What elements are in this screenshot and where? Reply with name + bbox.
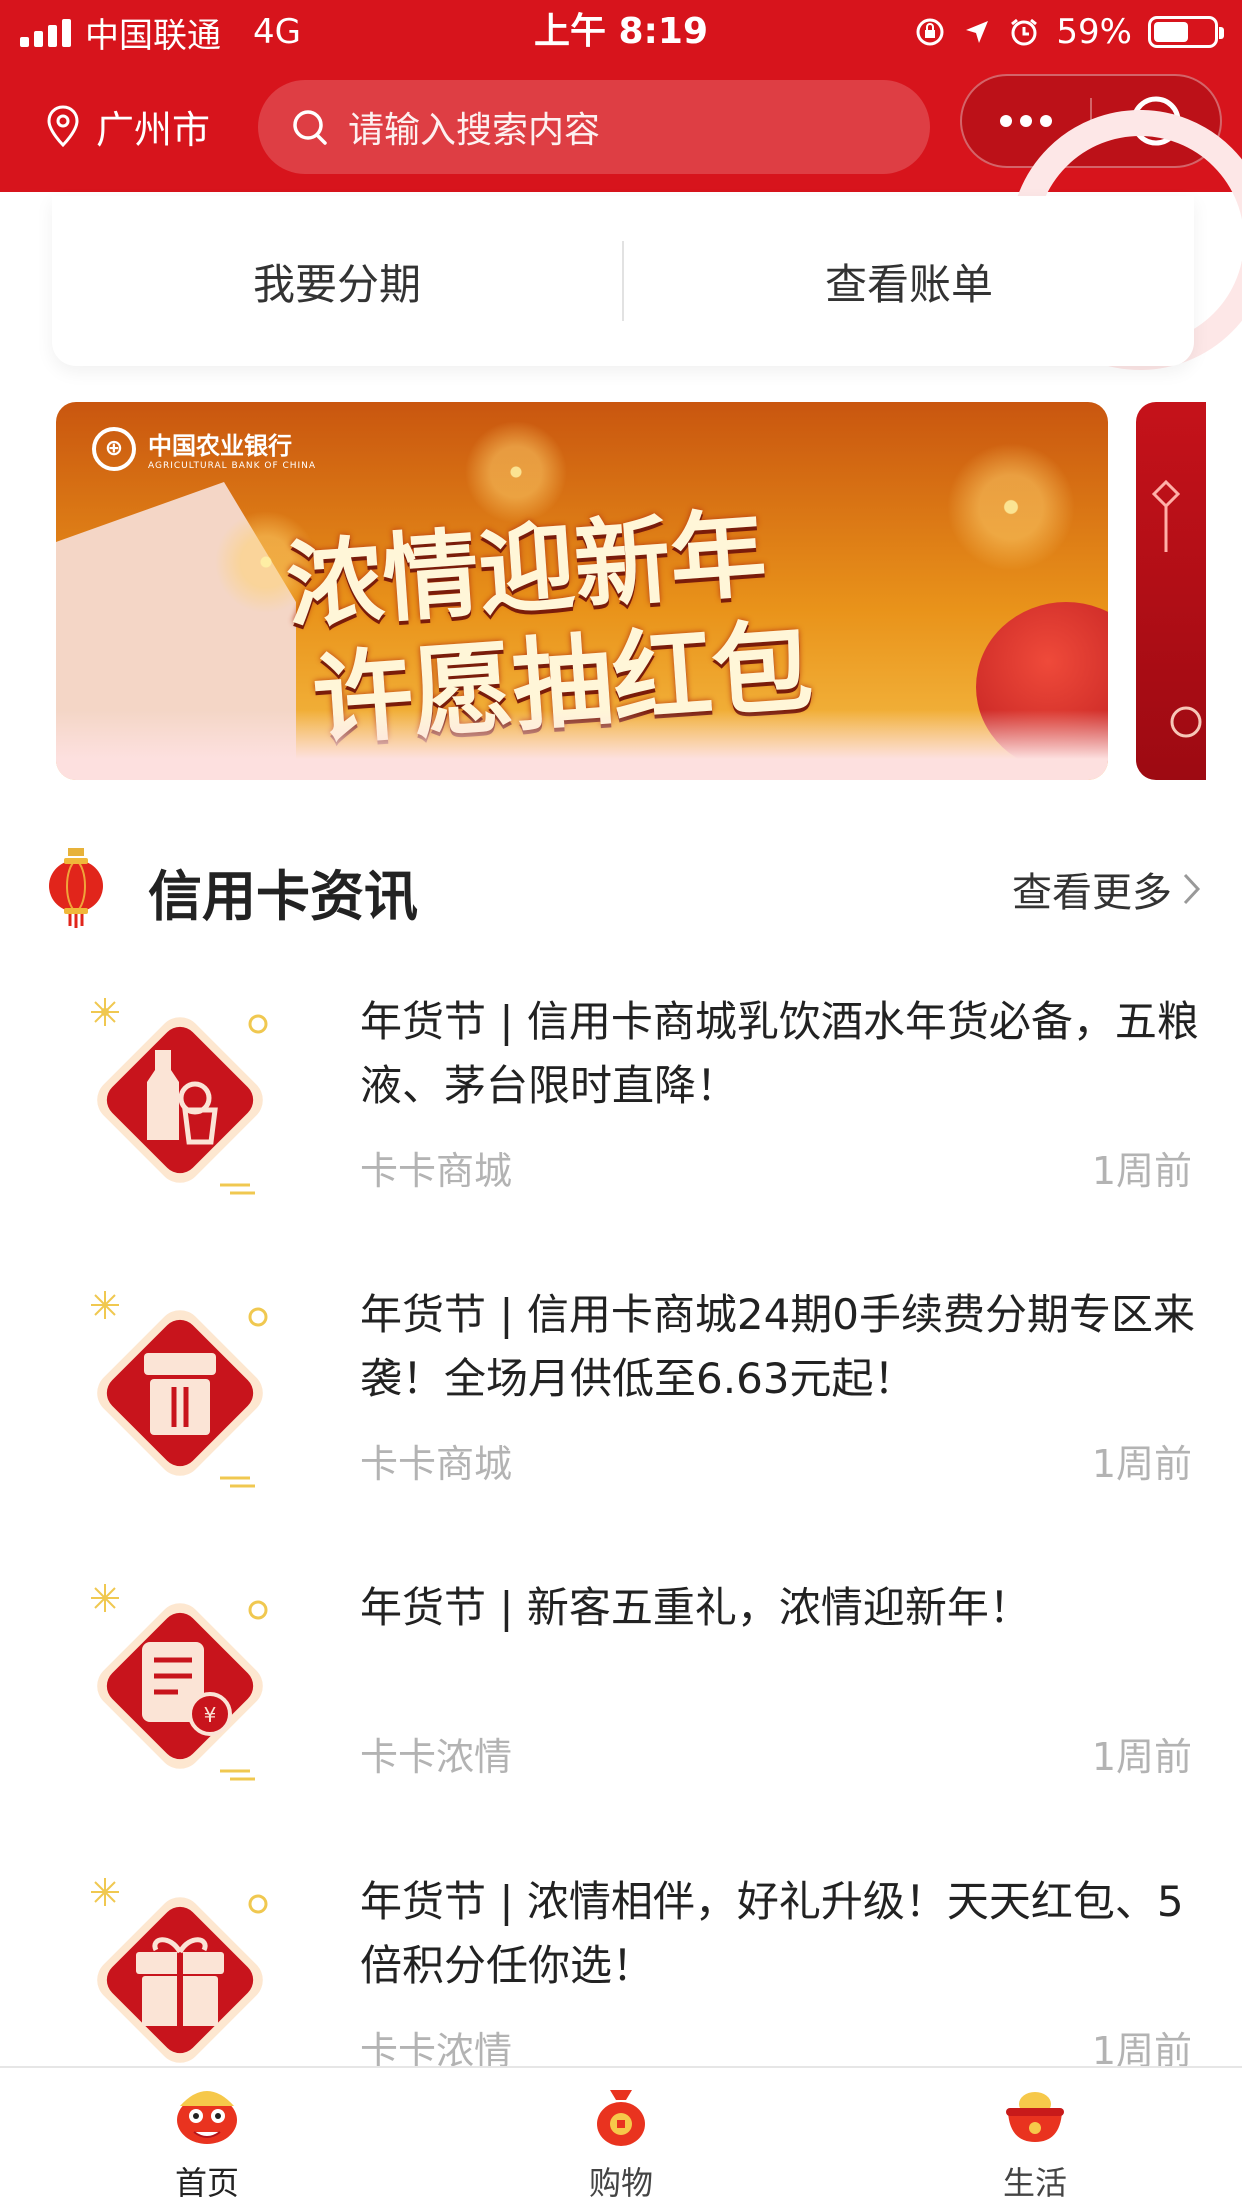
bank-name-cn: 中国农业银行 — [148, 432, 292, 460]
chinese-knot-icon — [1151, 479, 1202, 738]
alarm-icon — [1011, 18, 1038, 46]
battery-fill — [1154, 22, 1189, 42]
city-label: 广州市 — [96, 107, 211, 152]
news-time: 1周前 — [1091, 1442, 1192, 1486]
status-bar: 中国联通 4G 上午 8:19 59% — [0, 0, 1242, 62]
installment-button[interactable]: 我要分期 — [52, 251, 622, 312]
tab-life-label: 生活 — [1002, 2164, 1067, 2202]
battery-percent: 59% — [1056, 12, 1132, 52]
search-placeholder: 请输入搜索内容 — [348, 110, 601, 151]
bank-logo: ⊕ 中国农业银行 AGRICULTURAL BANK OF CHINA — [92, 426, 316, 471]
gift-box-icon — [91, 1291, 268, 1488]
tab-shopping-label: 购物 — [588, 2164, 653, 2202]
rotation-lock-icon — [916, 18, 944, 46]
tab-home[interactable]: 首页 — [0, 2068, 414, 2208]
news-time: 1周前 — [1091, 1735, 1192, 1779]
money-bag-icon — [597, 2090, 645, 2146]
view-more-label: 查看更多 — [1012, 870, 1172, 916]
city-selector[interactable]: 广州市 — [46, 98, 210, 154]
bank-emblem-icon: ⊕ — [92, 426, 136, 471]
news-time: 1周前 — [1091, 1149, 1192, 1193]
section-title: 信用卡资讯 — [148, 865, 418, 928]
promo-banner[interactable]: ⊕ 中国农业银行 AGRICULTURAL BANK OF CHINA 浓情迎新… — [56, 402, 1108, 780]
news-headline: 年货节 | 浓情相伴，好礼升级！天天红包、5倍积分任你选！ — [360, 1877, 1184, 1990]
tab-bar: 首页 购物 生活 — [0, 2066, 1242, 2208]
location-pin-icon — [47, 105, 79, 147]
battery-icon — [1148, 16, 1224, 48]
next-banner-peek[interactable] — [1136, 402, 1206, 780]
section-header: 信用卡资讯 查看更多 — [0, 840, 1242, 930]
status-right: 59% — [914, 8, 1224, 56]
news-item[interactable]: ¥ 年货节 | 新客五重礼，浓情迎新年！ 卡卡浓情 1周前 — [0, 1576, 1242, 1846]
view-more-link[interactable]: 查看更多 — [1012, 860, 1202, 918]
news-source: 卡卡浓情 — [360, 1735, 513, 1779]
location-arrow-icon — [966, 21, 989, 43]
view-bill-button[interactable]: 查看账单 — [624, 251, 1194, 312]
bank-name-en: AGRICULTURAL BANK OF CHINA — [148, 461, 317, 471]
news-item[interactable]: 年货节 | 信用卡商城乳饮酒水年货必备，五粮液、茅台限时直降！ 卡卡商城 1周前 — [0, 990, 1242, 1260]
search-input[interactable]: 请输入搜索内容 — [258, 80, 930, 174]
tab-home-label: 首页 — [174, 2164, 239, 2202]
news-item[interactable]: 年货节 | 信用卡商城24期0手续费分期专区来袭！全场月供低至6.63元起！ 卡… — [0, 1283, 1242, 1553]
tab-life[interactable]: 生活 — [828, 2068, 1242, 2208]
chevron-right-icon — [1183, 873, 1201, 905]
present-icon — [91, 1878, 268, 2063]
news-headline: 年货节 | 新客五重礼，浓情迎新年！ — [360, 1583, 1031, 1632]
lantern-icon — [49, 848, 103, 928]
tab-shopping[interactable]: 购物 — [414, 2068, 828, 2208]
cloud-decoration — [56, 710, 1108, 780]
search-icon — [293, 110, 327, 145]
document-money-bag-icon: ¥ — [91, 1584, 268, 1781]
bottle-drink-icon — [91, 998, 268, 1195]
lion-dance-icon — [177, 2091, 237, 2144]
treasure-pot-icon — [1006, 2092, 1064, 2142]
news-headline: 年货节 | 信用卡商城乳饮酒水年货必备，五粮液、茅台限时直降！ — [360, 997, 1199, 1110]
action-card: 我要分期 查看账单 — [52, 196, 1194, 366]
firework-decoration — [936, 432, 1086, 582]
news-source: 卡卡商城 — [360, 1442, 513, 1486]
svg-text:¥: ¥ — [204, 1703, 217, 1727]
news-source: 卡卡商城 — [360, 1149, 513, 1193]
news-headline: 年货节 | 信用卡商城24期0手续费分期专区来袭！全场月供低至6.63元起！ — [360, 1290, 1196, 1403]
